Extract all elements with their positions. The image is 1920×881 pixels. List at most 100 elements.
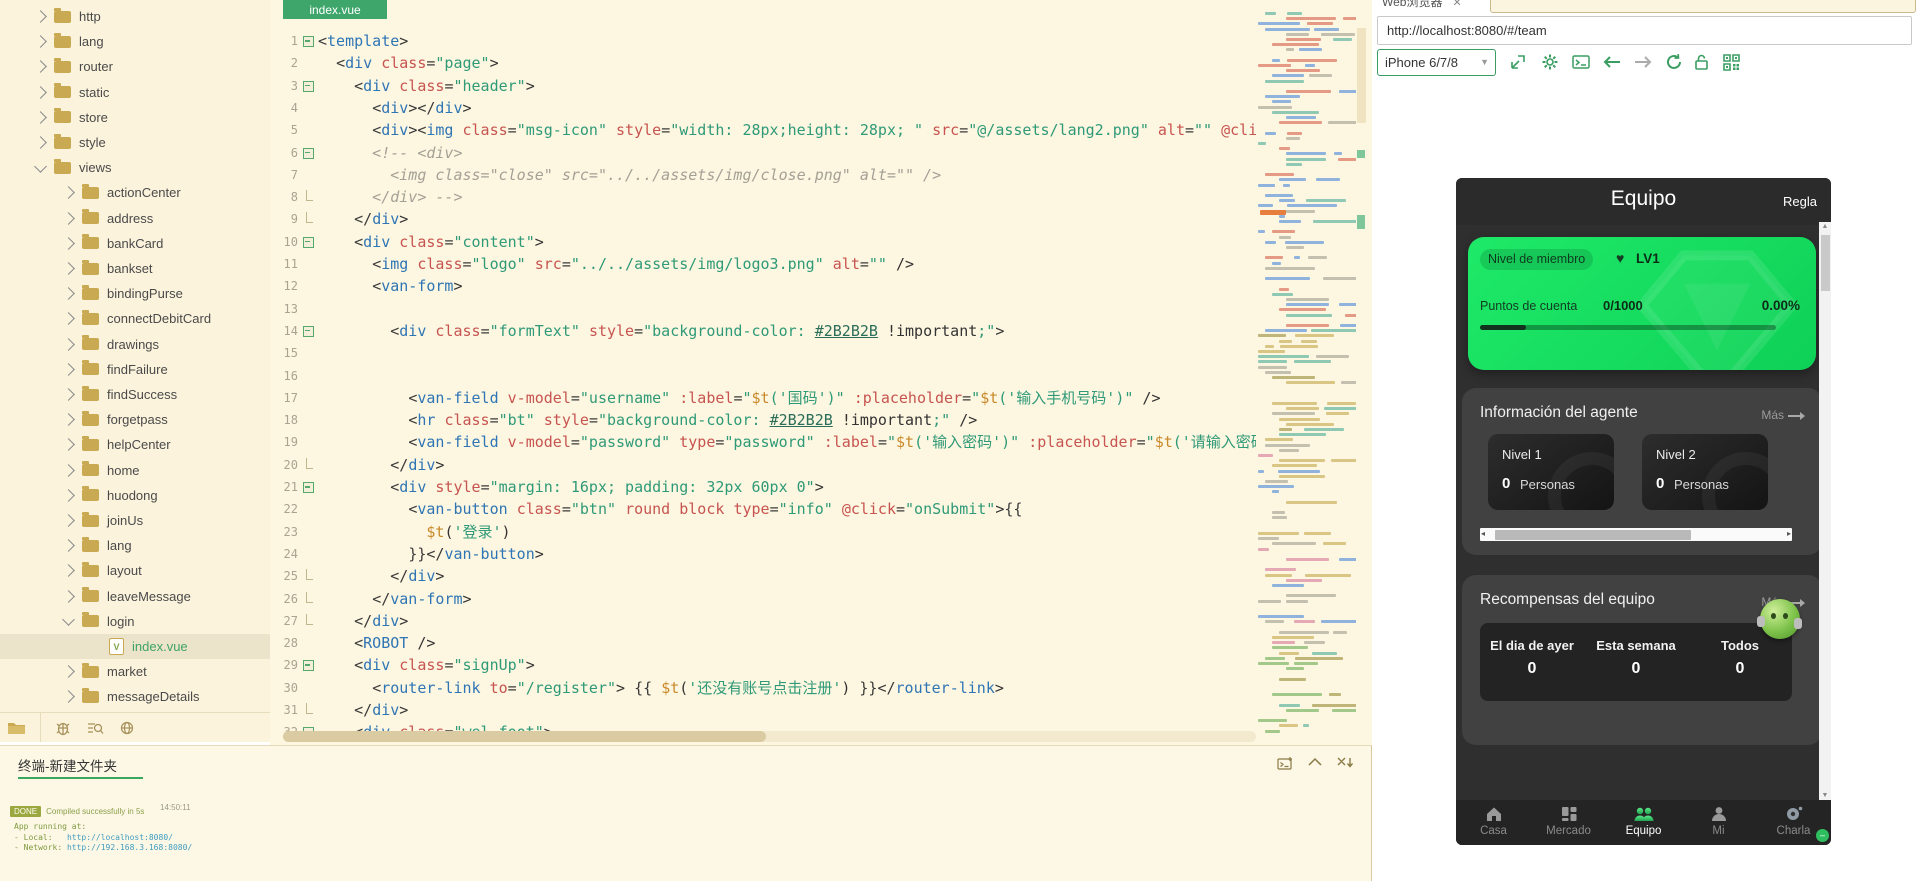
minimap[interactable]: [1256, 4, 1356, 742]
code-line-8[interactable]: 8 </div> -->: [270, 186, 1256, 209]
code-line-6[interactable]: 6 <!-- <div>: [270, 142, 1256, 165]
lock-icon[interactable]: [1689, 49, 1715, 75]
fold-marker-icon[interactable]: [303, 80, 314, 92]
code-area[interactable]: 1 <template> 2 <div class="page"> 3 <div cl…: [270, 0, 1256, 745]
tab-casa[interactable]: Casa: [1456, 800, 1531, 845]
code-line-5[interactable]: 5 <div><img class="msg-icon" style="widt…: [270, 119, 1256, 142]
scroll-left-icon[interactable]: ◂: [1481, 529, 1485, 538]
chevron-right-icon[interactable]: [34, 85, 47, 99]
folder-item-layout[interactable]: layout: [0, 558, 270, 583]
editor-hscrollbar[interactable]: [283, 731, 1256, 742]
collapse-panel-icon[interactable]: [1307, 756, 1323, 771]
chevron-right-icon[interactable]: [34, 35, 47, 49]
code-line-10[interactable]: 10 <div class="content">: [270, 231, 1256, 254]
code-line-31[interactable]: 31 </div>: [270, 699, 1256, 722]
forward-arrow-icon[interactable]: [1630, 49, 1656, 75]
levels-hscrollbar-thumb[interactable]: [1495, 529, 1691, 540]
code-line-26[interactable]: 26 </van-form>: [270, 588, 1256, 611]
code-line-14[interactable]: 14 <div class="formText" style="backgrou…: [270, 320, 1256, 343]
chevron-right-icon[interactable]: [62, 186, 75, 200]
chevron-right-icon[interactable]: [62, 236, 75, 250]
chevron-right-icon[interactable]: [62, 564, 75, 578]
chevron-right-icon[interactable]: [62, 388, 75, 401]
tab-mi[interactable]: Mi: [1681, 800, 1756, 845]
chevron-right-icon[interactable]: [62, 488, 75, 502]
folder-item-router[interactable]: router: [0, 54, 270, 79]
fold-marker-icon[interactable]: [303, 325, 314, 337]
code-line-19[interactable]: 19 <van-field v-model="password" type="p…: [270, 431, 1256, 454]
folder-item-messageDetails[interactable]: messageDetails: [0, 684, 270, 709]
code-editor[interactable]: index.vue 1 <template> 2 <div class="page"…: [270, 0, 1372, 745]
file-explorer[interactable]: http lang router static store style views actio…: [0, 0, 271, 712]
code-line-17[interactable]: 17 <van-field v-model="username" :label=…: [270, 387, 1256, 410]
folder-item-login[interactable]: login: [0, 609, 270, 634]
code-line-3[interactable]: 3 <div class="header">: [270, 75, 1256, 98]
local-url-link[interactable]: http://localhost:8080/: [67, 833, 173, 842]
back-arrow-icon[interactable]: [1599, 49, 1625, 75]
folder-item-actionCenter[interactable]: actionCenter: [0, 180, 270, 205]
chevron-right-icon[interactable]: [62, 337, 75, 351]
chevron-right-icon[interactable]: [62, 262, 75, 275]
code-line-29[interactable]: 29 <div class="signUp">: [270, 654, 1256, 677]
code-line-11[interactable]: 11 <img class="logo" src="../../assets/i…: [270, 253, 1256, 276]
new-terminal-icon[interactable]: [1277, 756, 1294, 773]
code-line-20[interactable]: 20 </div>: [270, 454, 1256, 477]
url-input[interactable]: http://localhost:8080/#/team: [1377, 16, 1912, 45]
folder-item-market[interactable]: market: [0, 659, 270, 684]
chevron-right-icon[interactable]: [34, 110, 47, 124]
folder-item-lang[interactable]: lang: [0, 29, 270, 54]
search-list-icon[interactable]: [83, 717, 107, 739]
code-line-7[interactable]: 7 <img class="close" src="../../assets/i…: [270, 164, 1256, 187]
folder-item-views[interactable]: views: [0, 155, 270, 180]
chevron-down-icon[interactable]: [62, 613, 75, 627]
console-icon[interactable]: [1568, 49, 1594, 75]
resize-window-icon[interactable]: [1505, 49, 1531, 75]
chevron-right-icon[interactable]: [62, 514, 75, 527]
fold-marker-icon[interactable]: [303, 660, 314, 672]
chevron-right-icon[interactable]: [62, 312, 75, 326]
chevron-right-icon[interactable]: [62, 362, 75, 376]
folder-item-http[interactable]: http: [0, 4, 270, 29]
chevron-right-icon[interactable]: [62, 287, 75, 301]
chevron-right-icon[interactable]: [62, 539, 75, 553]
chevron-right-icon[interactable]: [62, 463, 75, 477]
page-scrollbar-thumb[interactable]: [1820, 235, 1830, 291]
close-panel-icon[interactable]: [1336, 756, 1356, 772]
folder-item-helpCenter[interactable]: helpCenter: [0, 432, 270, 457]
code-line-1[interactable]: 1 <template>: [270, 30, 1256, 53]
folder-icon[interactable]: [4, 717, 28, 739]
folder-item-huodong[interactable]: huodong: [0, 483, 270, 508]
customer-service-robot-icon[interactable]: [1757, 599, 1800, 639]
tab-mercado[interactable]: Mercado: [1531, 800, 1606, 845]
qr-code-icon[interactable]: [1718, 49, 1744, 75]
local-url-link[interactable]: http://192.168.3.168:8080/: [67, 843, 192, 852]
code-line-2[interactable]: 2 <div class="page">: [270, 52, 1256, 75]
code-line-9[interactable]: 9 </div>: [270, 208, 1256, 231]
chevron-right-icon[interactable]: [62, 690, 75, 704]
folder-item-joinUs[interactable]: joinUs: [0, 508, 270, 533]
code-line-25[interactable]: 25 </div>: [270, 565, 1256, 588]
code-line-23[interactable]: 23 $t('登录'): [270, 521, 1256, 544]
folder-item-bindingPurse[interactable]: bindingPurse: [0, 281, 270, 306]
code-line-30[interactable]: 30 <router-link to="/register"> {{ $t('还…: [270, 677, 1256, 700]
code-line-13[interactable]: 13: [270, 298, 1256, 321]
rules-link[interactable]: Regla: [1783, 194, 1817, 209]
tab-equipo[interactable]: Equipo: [1606, 800, 1681, 845]
chevron-right-icon[interactable]: [62, 589, 75, 603]
levels-hscrollbar[interactable]: ◂ ▸: [1480, 528, 1792, 541]
folder-item-static[interactable]: static: [0, 80, 270, 105]
scroll-up-icon[interactable]: ▲: [1819, 223, 1831, 230]
fold-marker-icon[interactable]: [303, 482, 314, 493]
code-line-27[interactable]: 27 </div>: [270, 610, 1256, 633]
chevron-right-icon[interactable]: [62, 211, 75, 225]
code-line-28[interactable]: 28 <ROBOT />: [270, 632, 1256, 655]
browser-tab[interactable]: Web浏览器 ✕: [1382, 0, 1462, 10]
folder-item-bankCard[interactable]: bankCard: [0, 231, 270, 256]
code-line-22[interactable]: 22 <van-button class="btn" round block t…: [270, 498, 1256, 521]
folder-item-drawings[interactable]: drawings: [0, 332, 270, 357]
bug-icon[interactable]: [51, 717, 75, 739]
folder-item-home[interactable]: home: [0, 458, 270, 483]
scroll-right-icon[interactable]: ▸: [1787, 529, 1791, 538]
minimap-viewport[interactable]: [1357, 28, 1366, 123]
agent-more-link[interactable]: Más: [1761, 408, 1805, 422]
